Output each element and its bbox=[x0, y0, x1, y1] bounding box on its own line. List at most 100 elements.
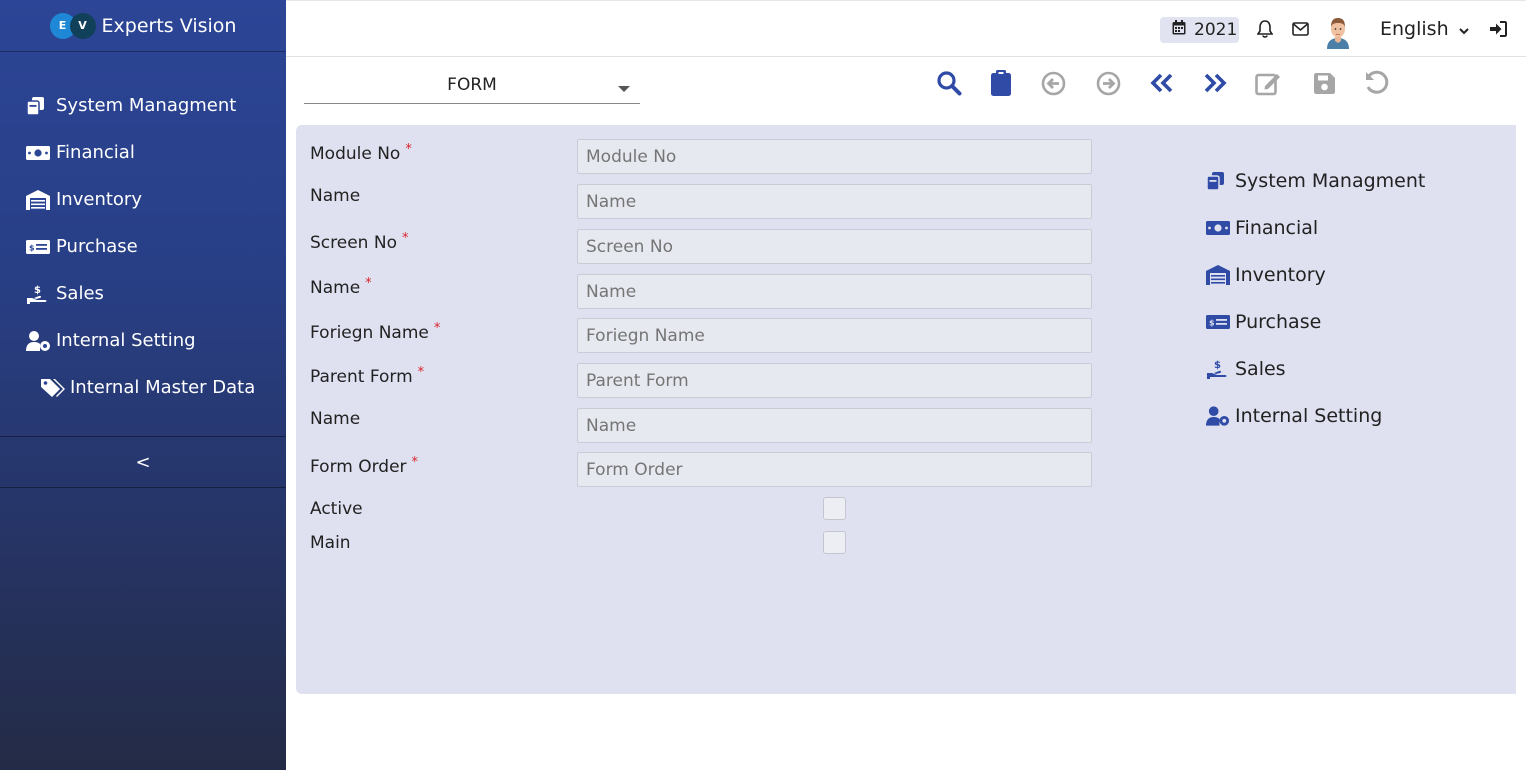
bell-icon[interactable] bbox=[1256, 19, 1274, 39]
form-type-value: FORM bbox=[447, 74, 497, 95]
sidebar-item-label: System Managment bbox=[56, 95, 237, 116]
copy-icon bbox=[26, 95, 52, 117]
clipboard-icon bbox=[991, 70, 1011, 100]
active-checkbox[interactable] bbox=[823, 497, 846, 520]
user-cog-icon bbox=[26, 330, 52, 352]
envelope-icon[interactable] bbox=[1291, 19, 1309, 39]
quick-link-internal-setting[interactable]: Internal Setting bbox=[1206, 392, 1425, 439]
svg-text:$: $ bbox=[1209, 318, 1215, 327]
user-cog-icon bbox=[1206, 405, 1231, 427]
field-label-screen-no: Screen No * bbox=[310, 231, 409, 253]
main-checkbox[interactable] bbox=[823, 531, 846, 554]
quick-link-system-managment[interactable]: System Managment bbox=[1206, 157, 1425, 204]
quick-link-purchase[interactable]: $ Purchase bbox=[1206, 298, 1425, 345]
parent-form-input[interactable] bbox=[577, 363, 1092, 398]
edit-button[interactable] bbox=[1254, 70, 1284, 100]
required-marker: * bbox=[411, 455, 419, 470]
top-header: 2021 English bbox=[286, 0, 1526, 57]
field-label-parent-form: Parent Form * bbox=[310, 365, 425, 387]
caret-down-icon bbox=[618, 86, 630, 92]
logo-letter-v: V bbox=[69, 12, 96, 39]
sidebar-collapse-button[interactable]: < bbox=[0, 436, 286, 488]
avatar[interactable] bbox=[1324, 15, 1352, 49]
brand[interactable]: E V Experts Vision bbox=[0, 0, 286, 52]
svg-text:$: $ bbox=[1214, 360, 1221, 371]
clipboard-button[interactable] bbox=[986, 70, 1016, 100]
undo-icon bbox=[1364, 70, 1390, 100]
next-button[interactable] bbox=[1093, 70, 1123, 100]
chevron-down-icon bbox=[1458, 18, 1469, 40]
required-marker: * bbox=[365, 276, 372, 291]
active-label: Active bbox=[310, 499, 363, 519]
search-icon bbox=[936, 70, 962, 100]
hand-holding-dollar-icon: $ bbox=[1206, 358, 1231, 380]
screen-name-input[interactable] bbox=[577, 274, 1092, 309]
year-selector[interactable]: 2021 bbox=[1160, 17, 1239, 43]
language-dropdown[interactable]: English bbox=[1380, 18, 1469, 40]
sidebar-item-inventory[interactable]: Inventory bbox=[0, 176, 286, 223]
quick-links: System Managment Financial Inventory $ P… bbox=[1206, 157, 1425, 439]
calendar-icon bbox=[1172, 20, 1186, 40]
arrow-left-circle-icon bbox=[1041, 71, 1066, 100]
screen-no-input[interactable] bbox=[577, 229, 1092, 264]
svg-text:$: $ bbox=[34, 285, 41, 296]
required-marker: * bbox=[417, 365, 425, 380]
main-label: Main bbox=[310, 533, 351, 553]
name-input[interactable] bbox=[577, 184, 1092, 219]
field-label-parent-name: Name bbox=[310, 409, 361, 429]
quick-link-sales[interactable]: $ Sales bbox=[1206, 345, 1425, 392]
copy-icon bbox=[1206, 170, 1231, 192]
arrow-right-circle-icon bbox=[1096, 71, 1121, 100]
sidebar-menu: System Managment Financial Inventory $ P… bbox=[0, 52, 286, 411]
quick-link-label: Internal Setting bbox=[1235, 404, 1383, 427]
money-check-icon: $ bbox=[1206, 311, 1231, 333]
search-button[interactable] bbox=[934, 70, 964, 100]
sidebar-item-purchase[interactable]: $ Purchase bbox=[0, 223, 286, 270]
quick-link-inventory[interactable]: Inventory bbox=[1206, 251, 1425, 298]
logo: E V bbox=[49, 11, 96, 41]
field-label-screen-name: Name * bbox=[310, 276, 372, 298]
field-label-form-order: Form Order * bbox=[310, 455, 419, 477]
form-order-input[interactable] bbox=[577, 452, 1092, 487]
undo-button[interactable] bbox=[1362, 70, 1392, 100]
required-marker: * bbox=[405, 142, 412, 157]
brand-name: Experts Vision bbox=[101, 14, 237, 37]
first-record-button[interactable] bbox=[1147, 70, 1177, 100]
save-button[interactable] bbox=[1309, 70, 1339, 100]
field-label-foreign-name: Foriegn Name * bbox=[310, 321, 441, 343]
sidebar: E V Experts Vision System Managment Fina… bbox=[0, 0, 286, 770]
last-record-button[interactable] bbox=[1200, 70, 1230, 100]
edit-icon bbox=[1255, 70, 1283, 100]
sidebar-item-sales[interactable]: $ Sales bbox=[0, 270, 286, 317]
field-label-name: Name bbox=[310, 186, 361, 206]
money-check-icon: $ bbox=[26, 236, 52, 258]
sidebar-item-label: Inventory bbox=[56, 189, 142, 210]
tags-icon bbox=[40, 377, 66, 399]
money-bill-icon bbox=[26, 142, 52, 164]
sidebar-item-label: Purchase bbox=[56, 236, 138, 257]
required-marker: * bbox=[433, 321, 441, 336]
quick-link-label: Sales bbox=[1235, 357, 1286, 380]
quick-link-label: Financial bbox=[1235, 216, 1319, 239]
quick-link-financial[interactable]: Financial bbox=[1206, 204, 1425, 251]
module-no-input[interactable] bbox=[577, 139, 1092, 174]
collapse-label: < bbox=[135, 451, 151, 473]
sidebar-item-system-managment[interactable]: System Managment bbox=[0, 82, 286, 129]
sidebar-item-internal-setting[interactable]: Internal Setting bbox=[0, 317, 286, 364]
money-bill-icon bbox=[1206, 217, 1231, 239]
form-type-select[interactable]: FORM bbox=[304, 66, 640, 104]
parent-name-input[interactable] bbox=[577, 408, 1092, 443]
year-value: 2021 bbox=[1194, 20, 1238, 40]
quick-link-label: Inventory bbox=[1235, 263, 1326, 286]
sidebar-item-label: Internal Setting bbox=[56, 330, 196, 351]
sidebar-item-financial[interactable]: Financial bbox=[0, 129, 286, 176]
warehouse-icon bbox=[1206, 264, 1231, 286]
form-panel: Module No* Name Screen No* Name* Foriegn… bbox=[296, 125, 1516, 694]
previous-button[interactable] bbox=[1038, 70, 1068, 100]
field-label-module-no: Module No * bbox=[310, 142, 412, 164]
sign-in-icon[interactable] bbox=[1488, 19, 1508, 39]
quick-link-label: System Managment bbox=[1235, 169, 1426, 192]
sidebar-item-internal-master-data[interactable]: Internal Master Data bbox=[0, 364, 286, 411]
foreign-name-input[interactable] bbox=[577, 318, 1092, 353]
sidebar-item-label: Financial bbox=[56, 142, 135, 163]
